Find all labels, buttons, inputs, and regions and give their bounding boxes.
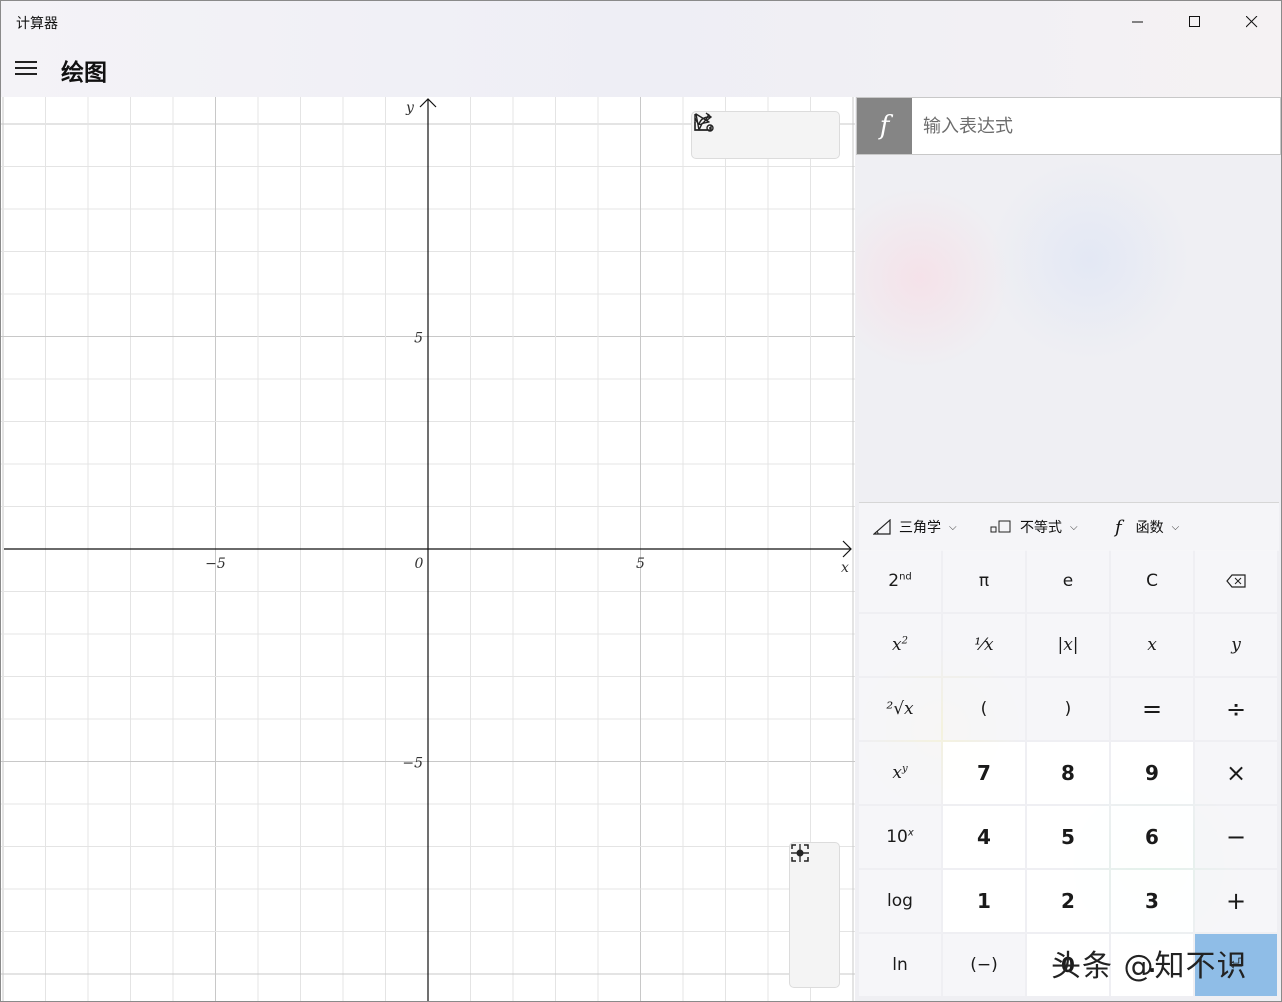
key-pi[interactable]: π	[943, 550, 1025, 612]
key-second[interactable]: 2nd	[859, 550, 941, 612]
minimize-button[interactable]	[1109, 1, 1166, 43]
function-label: f	[857, 98, 912, 154]
graph-settings-icon	[694, 113, 714, 132]
chevron-down-icon: ⌵	[949, 521, 957, 533]
expression-input[interactable]	[913, 98, 1281, 154]
app-title: 计算器	[16, 16, 58, 32]
keypad: 2nd π e C x2 ¹⁄x |x| x y ²√x ( ) = ÷ xy …	[859, 550, 1281, 1001]
tab-function-label: 函数	[1135, 520, 1164, 536]
y-tick-label: 5	[414, 331, 423, 347]
key-open-paren[interactable]: (	[943, 678, 1025, 740]
key-sqrt[interactable]: ²√x	[859, 678, 941, 740]
zoom-panel	[789, 842, 840, 988]
key-5[interactable]: 5	[1027, 806, 1109, 868]
key-abs[interactable]: |x|	[1027, 614, 1109, 676]
key-clear[interactable]: C	[1111, 550, 1193, 612]
maximize-icon	[1188, 16, 1200, 27]
function-icon: f	[1115, 516, 1122, 538]
key-4[interactable]: 4	[943, 806, 1025, 868]
backspace-icon	[1226, 574, 1246, 588]
close-icon	[1245, 16, 1257, 28]
tab-function[interactable]: f 函数 ⌵	[1115, 503, 1179, 551]
y-tick-label: −5	[402, 756, 423, 772]
triangle-icon	[873, 519, 891, 535]
keyboard-tabs: 三角学 ⌵ 不等式 ⌵ f 函数 ⌵	[859, 502, 1279, 551]
key-6[interactable]: 6	[1111, 806, 1193, 868]
share-button[interactable]	[694, 112, 786, 155]
x-axis-label: x	[841, 560, 849, 576]
key-add[interactable]: +	[1195, 870, 1277, 932]
x-tick-label: 5	[636, 556, 645, 572]
expression-row: f	[856, 97, 1281, 155]
key-y[interactable]: y	[1195, 614, 1277, 676]
tab-trigonometry-label: 三角学	[899, 520, 941, 536]
hamburger-menu-button[interactable]	[15, 59, 37, 79]
key-label: 2nd	[888, 571, 912, 591]
maximize-button[interactable]	[1166, 1, 1223, 43]
close-button[interactable]	[1223, 1, 1280, 43]
key-8[interactable]: 8	[1027, 742, 1109, 804]
chevron-down-icon: ⌵	[1171, 521, 1180, 533]
key-e[interactable]: e	[1027, 550, 1109, 612]
fit-view-icon	[791, 844, 809, 862]
tab-inequality-label: 不等式	[1020, 520, 1062, 536]
tab-inequality[interactable]: 不等式 ⌵	[990, 503, 1078, 551]
zoom-out-button[interactable]	[791, 852, 835, 935]
key-label: 10x	[886, 827, 914, 847]
key-negate[interactable]: (−)	[943, 934, 1025, 996]
key-label: xy	[892, 763, 908, 783]
graph-canvas[interactable]: x y 0 −5 5 5 −5	[1, 97, 855, 1001]
watermark: 头条 @知不识	[1051, 949, 1248, 984]
y-axis-label: y	[405, 100, 415, 116]
minimize-icon	[1131, 21, 1143, 23]
key-multiply[interactable]: ×	[1195, 742, 1277, 804]
key-reciprocal[interactable]: ¹⁄x	[943, 614, 1025, 676]
key-equals[interactable]: =	[1111, 678, 1193, 740]
key-1[interactable]: 1	[943, 870, 1025, 932]
page-title: 绘图	[61, 60, 107, 86]
key-9[interactable]: 9	[1111, 742, 1193, 804]
chevron-down-icon: ⌵	[1070, 521, 1078, 533]
x-tick-label: −5	[205, 556, 226, 572]
key-power[interactable]: xy	[859, 742, 941, 804]
key-subtract[interactable]: −	[1195, 806, 1277, 868]
key-close-paren[interactable]: )	[1027, 678, 1109, 740]
key-divide[interactable]: ÷	[1195, 678, 1277, 740]
tab-trigonometry[interactable]: 三角学 ⌵	[873, 503, 957, 551]
inequality-icon	[990, 520, 1011, 533]
graph-toolbar	[691, 111, 840, 159]
key-backspace[interactable]	[1195, 550, 1277, 612]
graph-options-button[interactable]	[694, 113, 835, 155]
key-2[interactable]: 2	[1027, 870, 1109, 932]
calculator-window: 计算器 绘图 x y 0 −5 5 5 −5 f 输入表达式 三角学 ⌵ 不等式…	[0, 0, 1282, 1002]
key-label: x2	[892, 635, 908, 655]
origin-label: 0	[415, 556, 424, 572]
key-log[interactable]: log	[859, 870, 941, 932]
expression-pane: f 三角学 ⌵ 不等式 ⌵ f 函数 ⌵ 2nd π e	[856, 97, 1281, 1001]
graph-svg: x y 0 −5 5 5 −5	[1, 97, 855, 1001]
key-ln[interactable]: ln	[859, 934, 941, 996]
key-3[interactable]: 3	[1111, 870, 1193, 932]
key-ten-power[interactable]: 10x	[859, 806, 941, 868]
app-header: 绘图	[1, 43, 1281, 97]
key-7[interactable]: 7	[943, 742, 1025, 804]
title-bar: 计算器	[1, 1, 1281, 43]
key-x[interactable]: x	[1111, 614, 1193, 676]
key-square[interactable]: x2	[859, 614, 941, 676]
reset-view-button[interactable]	[791, 844, 835, 983]
